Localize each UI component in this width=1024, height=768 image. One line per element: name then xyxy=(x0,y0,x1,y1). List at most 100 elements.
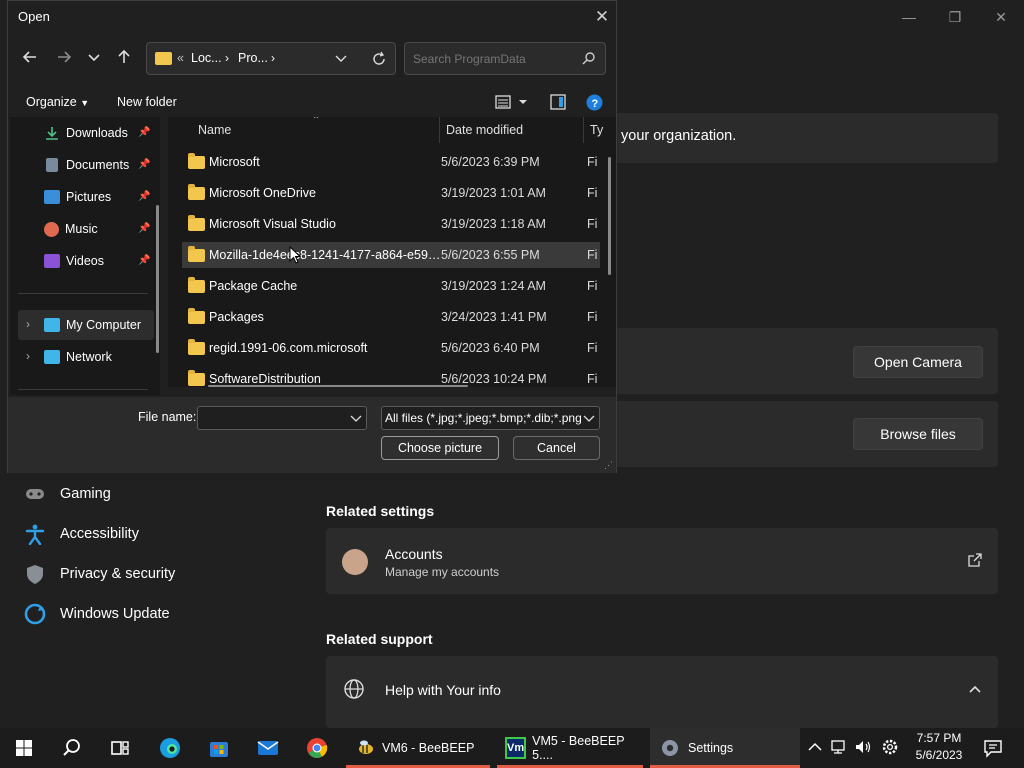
file-type: Fi xyxy=(587,279,598,293)
close-icon[interactable]: ✕ xyxy=(592,7,612,27)
file-name: Packages xyxy=(209,310,264,324)
notifications-icon[interactable] xyxy=(983,738,1003,761)
search-icon[interactable] xyxy=(581,51,597,72)
forward-arrow-icon[interactable] xyxy=(54,49,74,69)
breadcrumb-item[interactable]: Loc... xyxy=(191,51,222,65)
taskbar-app-vm6[interactable]: VM6 - BeeBEEP xyxy=(346,728,490,768)
folder-icon xyxy=(155,52,172,65)
column-divider[interactable] xyxy=(439,117,440,143)
svg-text:?: ? xyxy=(592,98,599,110)
nav-item-gaming[interactable]: Gaming xyxy=(24,480,111,508)
clock[interactable]: 7:57 PM 5/6/2023 xyxy=(911,731,967,762)
search-icon[interactable] xyxy=(60,736,84,760)
column-divider[interactable] xyxy=(583,117,584,143)
chevron-down-icon[interactable] xyxy=(350,411,362,428)
column-header-type[interactable]: Ty xyxy=(590,123,603,137)
file-name: Mozilla-1de4eec8-1241-4177-a864-e594e... xyxy=(209,248,441,262)
file-row[interactable]: Package Cache 3/19/2023 1:24 AM Fi xyxy=(182,273,600,299)
sidebar-scrollbar[interactable] xyxy=(156,205,159,353)
nav-item-privacy[interactable]: Privacy & security xyxy=(24,560,175,588)
file-row[interactable]: Microsoft 5/6/2023 6:39 PM Fi xyxy=(182,149,600,175)
browse-files-button[interactable]: Browse files xyxy=(853,418,983,450)
breadcrumb-item[interactable]: Pro... xyxy=(238,51,268,65)
up-arrow-icon[interactable] xyxy=(114,49,134,69)
sidebar-item-network[interactable]: Network xyxy=(44,345,112,369)
file-row-selected[interactable]: Mozilla-1de4eec8-1241-4177-a864-e594e...… xyxy=(182,242,600,268)
chevron-down-icon[interactable] xyxy=(583,411,595,428)
back-arrow-icon[interactable] xyxy=(20,49,40,69)
sidebar-item-label: Videos xyxy=(66,254,104,268)
help-card[interactable]: Help with Your info xyxy=(326,656,998,728)
file-type: Fi xyxy=(587,341,598,355)
divider xyxy=(18,389,148,390)
dialog-footer: File name: All files (*.jpg;*.jpeg;*.bmp… xyxy=(8,397,616,473)
chrome-icon[interactable] xyxy=(305,736,329,760)
mail-icon[interactable] xyxy=(256,736,280,760)
choose-picture-button[interactable]: Choose picture xyxy=(381,436,499,460)
column-header-date[interactable]: Date modified xyxy=(446,123,523,137)
expand-chevron-icon[interactable]: › xyxy=(26,349,30,363)
resize-grip-icon[interactable]: ⋰ xyxy=(604,460,613,471)
refresh-icon[interactable] xyxy=(371,51,387,72)
edge-icon[interactable] xyxy=(158,736,182,760)
horizontal-scrollbar[interactable] xyxy=(208,385,468,387)
file-name-input[interactable] xyxy=(197,406,367,430)
help-icon[interactable]: ? xyxy=(586,94,603,116)
breadcrumb-overflow[interactable]: « xyxy=(177,51,184,65)
taskbar-app-settings[interactable]: Settings xyxy=(650,728,800,768)
computer-icon xyxy=(44,318,60,332)
new-folder-button[interactable]: New folder xyxy=(117,95,177,109)
vertical-scrollbar[interactable] xyxy=(608,157,611,275)
nav-label: Windows Update xyxy=(60,606,170,622)
file-row[interactable]: regid.1991-06.com.microsoft 5/6/2023 6:40… xyxy=(182,335,600,361)
minimize-button[interactable]: — xyxy=(886,6,932,28)
nav-item-accessibility[interactable]: Accessibility xyxy=(24,520,139,548)
preview-pane-icon[interactable] xyxy=(550,94,566,115)
sidebar-item-documents[interactable]: Documents xyxy=(44,153,129,177)
volume-icon[interactable] xyxy=(854,738,872,759)
recent-locations-chevron-icon[interactable] xyxy=(86,49,102,69)
open-camera-button[interactable]: Open Camera xyxy=(853,346,983,378)
maximize-button[interactable]: ❐ xyxy=(932,6,978,28)
taskbar-app-label: VM5 - BeeBEEP 5.... xyxy=(532,734,625,762)
sidebar-item-downloads[interactable]: Downloads xyxy=(44,121,128,145)
network-icon[interactable] xyxy=(830,738,848,759)
file-type-value: All files (*.jpg;*.jpeg;*.bmp;*.dib;*.pn… xyxy=(385,411,581,425)
accounts-card[interactable]: Accounts Manage my accounts xyxy=(326,528,998,594)
sidebar-item-videos[interactable]: Videos xyxy=(44,249,104,273)
gear-icon[interactable] xyxy=(881,738,899,759)
file-row[interactable]: SoftwareDistribution 5/6/2023 10:24 PM Fi xyxy=(182,366,600,387)
view-options-icon[interactable] xyxy=(495,94,531,115)
file-date: 3/19/2023 1:24 AM xyxy=(441,279,546,293)
address-bar[interactable]: « Loc... › Pro... › xyxy=(146,42,396,75)
accounts-subtitle: Manage my accounts xyxy=(385,565,500,579)
file-type: Fi xyxy=(587,186,598,200)
show-hidden-icons-chevron-icon[interactable] xyxy=(807,738,823,759)
address-dropdown-icon[interactable] xyxy=(335,50,347,71)
taskbar-app-vm5[interactable]: Vm VM5 - BeeBEEP 5.... xyxy=(497,728,643,768)
search-box[interactable] xyxy=(404,42,606,75)
store-icon[interactable] xyxy=(207,736,231,760)
documents-icon xyxy=(46,158,58,172)
file-row[interactable]: Packages 3/24/2023 1:41 PM Fi xyxy=(182,304,600,330)
close-settings-button[interactable]: ✕ xyxy=(978,6,1024,28)
nav-item-windows-update[interactable]: Windows Update xyxy=(24,600,170,628)
file-date: 3/24/2023 1:41 PM xyxy=(441,310,547,324)
chevron-up-icon[interactable] xyxy=(968,682,982,701)
sidebar-item-my-computer[interactable]: My Computer xyxy=(44,313,141,337)
sidebar-item-pictures[interactable]: Pictures xyxy=(44,185,111,209)
file-row[interactable]: Microsoft Visual Studio 3/19/2023 1:18 AM… xyxy=(182,211,600,237)
sidebar-item-music[interactable]: Music xyxy=(44,217,98,241)
accessibility-icon xyxy=(24,523,46,546)
task-view-icon[interactable] xyxy=(108,736,132,760)
cancel-button[interactable]: Cancel xyxy=(513,436,600,460)
banner-text: your organization. xyxy=(621,128,737,144)
organize-button[interactable]: Organize ▼ xyxy=(26,95,89,109)
file-row[interactable]: Microsoft OneDrive 3/19/2023 1:01 AM Fi xyxy=(182,180,600,206)
file-type-select[interactable]: All files (*.jpg;*.jpeg;*.bmp;*.dib;*.pn… xyxy=(381,406,600,430)
start-icon[interactable] xyxy=(12,736,36,760)
expand-chevron-icon[interactable]: › xyxy=(26,317,30,331)
search-input[interactable] xyxy=(413,49,573,69)
dialog-title: Open xyxy=(18,9,50,24)
column-header-name[interactable]: Name xyxy=(198,123,231,137)
